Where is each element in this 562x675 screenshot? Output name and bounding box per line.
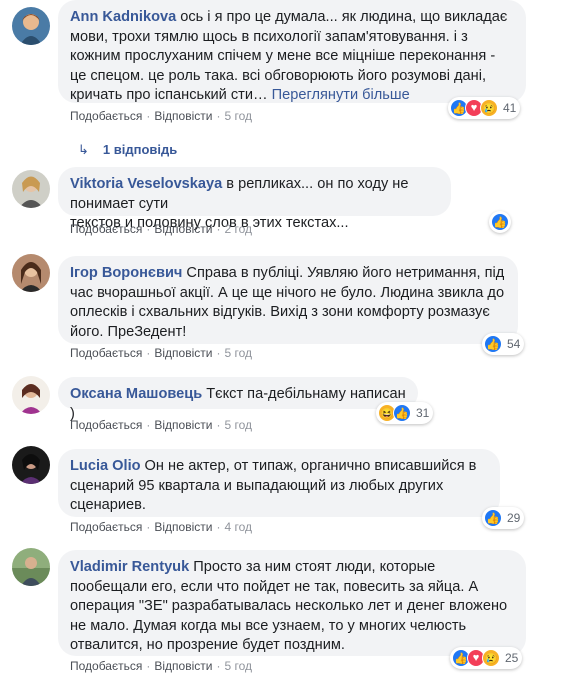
replies-count: 1 відповідь (102, 142, 178, 157)
reaction-count: 25 (505, 651, 519, 665)
reply-link[interactable]: Відповісти (154, 659, 212, 673)
separator-dot: · (216, 109, 221, 123)
comment-bubble: Ігор Воронєвич Справа в публіці. Уявляю й… (58, 256, 518, 344)
view-replies-link[interactable]: ↳ 1 відповідь (78, 142, 177, 158)
timestamp[interactable]: 2 год (224, 222, 252, 236)
reactions-summary[interactable]: 😆 👍 31 (376, 402, 434, 424)
comment-author[interactable]: Lucia Olio (70, 458, 141, 474)
comment-text-line: час вчорашньої акції. А це ще нічого не … (70, 284, 505, 301)
comment-author[interactable]: Оксана Машовець (70, 386, 202, 402)
separator-dot: · (146, 109, 151, 123)
timestamp[interactable]: 4 год (224, 520, 252, 534)
reaction-count: 54 (507, 337, 521, 351)
comment-actions: Подобається · Відповісти · 5 год (70, 109, 252, 123)
comment-actions: Подобається · Відповісти · 5 год (70, 659, 252, 673)
like-link[interactable]: Подобається (70, 109, 142, 123)
sad-face-icon: 😢 (482, 649, 500, 667)
reactions-summary[interactable]: 👍 54 (482, 333, 525, 355)
comment-text-line: сценариев. (70, 497, 146, 513)
comment-actions: Подобається · Відповісти · 2 год (70, 222, 252, 236)
reply-link[interactable]: Відповісти (154, 418, 212, 432)
separator-dot: · (146, 659, 151, 673)
reply-arrow-icon: ↳ (78, 142, 89, 157)
see-more-link[interactable]: Переглянути більше (272, 87, 410, 103)
timestamp[interactable]: 5 год (224, 109, 252, 123)
sad-face-icon: 😢 (480, 99, 498, 117)
comment-actions: Подобається · Відповісти · 5 год (70, 346, 252, 360)
reply-link[interactable]: Відповісти (154, 520, 212, 534)
comment-bubble: Оксана Машовець Тєкст па-дебільнаму напис… (58, 377, 418, 422)
comment-author[interactable]: Vladimir Rentyuk (70, 559, 189, 575)
separator-dot: · (216, 520, 221, 534)
timestamp[interactable]: 5 год (224, 659, 252, 673)
like-link[interactable]: Подобається (70, 346, 142, 360)
avatar[interactable] (12, 548, 50, 586)
comment-text-line: кричать про іспанський сти… (70, 87, 268, 103)
like-icon: 👍 (484, 509, 502, 527)
comment-text-line: мови, трохи тямлю щось в психології запа… (70, 28, 468, 45)
comment-text-line: сценарий 95 квартала и выпадающий из люб… (70, 477, 444, 494)
comment-text-line: операция "ЗЕ" разрабатывалась несколько … (70, 598, 508, 614)
separator-dot: · (216, 346, 221, 360)
comment-bubble: Lucia Olio Он не актер, от типаж, органич… (58, 449, 500, 517)
like-link[interactable]: Подобається (70, 520, 142, 534)
comment-bubble: Ann Kadnikova ось і я про це думала... як… (58, 0, 526, 103)
like-icon: 👍 (393, 404, 411, 422)
timestamp[interactable]: 5 год (224, 418, 252, 432)
reactions-summary[interactable]: 👍 ♥ 😢 41 (448, 97, 521, 119)
like-link[interactable]: Подобається (70, 222, 142, 236)
separator-dot: · (216, 659, 221, 673)
separator-dot: · (216, 222, 221, 236)
comment-author[interactable]: Viktoria Veselovskaya (70, 176, 222, 192)
avatar[interactable] (12, 7, 50, 45)
comment-bubble: Vladimir Rentyuk Просто за ним стоят люди… (58, 550, 526, 656)
separator-dot: · (146, 418, 151, 432)
comment-bubble: Viktoria Veselovskaya в репликах... он по… (58, 167, 451, 231)
comment-text-line: Он не актер, от типаж, органично вписавш… (144, 458, 477, 474)
comment-text-line: пообещали его, если что пойдет не так, п… (70, 578, 479, 595)
reactions-summary[interactable]: 👍 ♥ 😢 25 (450, 647, 523, 669)
comment-text-line: його. ПреЗедент! (70, 323, 187, 340)
comment-text-line: кожним прослуханим спічем у мене все міц… (70, 48, 496, 64)
avatar[interactable] (12, 254, 50, 292)
reply-link[interactable]: Відповісти (154, 222, 212, 236)
avatar[interactable] (12, 376, 50, 414)
like-icon: 👍 (491, 213, 509, 231)
separator-dot: · (146, 520, 151, 534)
comment-text-line: не мало. Думая когда мы все узнаем, то у… (70, 617, 467, 634)
timestamp[interactable]: 5 год (224, 346, 252, 360)
reaction-count: 31 (416, 406, 430, 420)
reply-link[interactable]: Відповісти (154, 109, 212, 123)
reactions-summary[interactable]: 👍 (489, 211, 511, 233)
reaction-count: 29 (507, 511, 521, 525)
avatar[interactable] (12, 446, 50, 484)
like-icon: 👍 (484, 335, 502, 353)
avatar[interactable] (12, 170, 50, 208)
separator-dot: · (146, 346, 151, 360)
reply-link[interactable]: Відповісти (154, 346, 212, 360)
comment-text-line: це спецом. це роль така. всі обговорюють… (70, 67, 487, 84)
comment-text-line: Просто за ним стоят люди, которые (193, 559, 436, 575)
like-link[interactable]: Подобається (70, 659, 142, 673)
comment-text-line: Справа в публіці. Уявляю його нетримання… (186, 265, 505, 281)
separator-dot: · (216, 418, 221, 432)
comment-actions: Подобається · Відповісти · 5 год (70, 418, 252, 432)
comment-author[interactable]: Ann Kadnikova (70, 9, 176, 25)
comment-text-line: ось і я про це думала... як людина, що в… (180, 9, 508, 25)
reaction-count: 41 (503, 101, 517, 115)
comment-text-line: оплесків і схвальних відгуків. Вихід з з… (70, 304, 490, 320)
separator-dot: · (146, 222, 151, 236)
comment-actions: Подобається · Відповісти · 4 год (70, 520, 252, 534)
like-link[interactable]: Подобається (70, 418, 142, 432)
comment-author[interactable]: Ігор Воронєвич (70, 265, 182, 281)
reactions-summary[interactable]: 👍 29 (482, 507, 525, 529)
comment-text-line: отвалится, но прозрение будет поздним. (70, 637, 345, 653)
